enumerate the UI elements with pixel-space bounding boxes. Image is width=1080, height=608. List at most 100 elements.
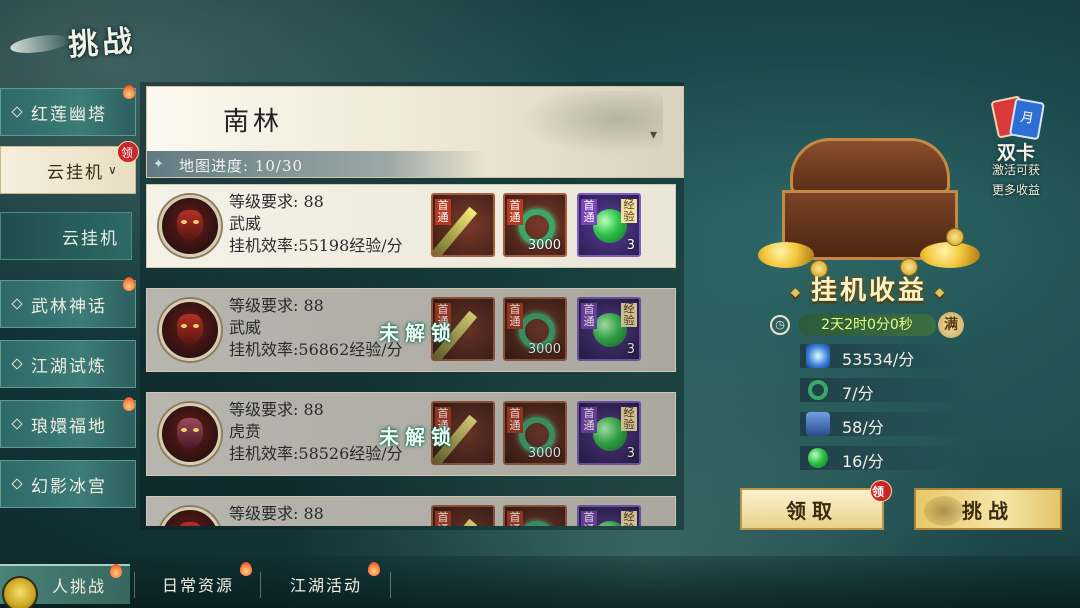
boss-avatar [159, 299, 221, 361]
sidebar-item-langhuan-land[interactable]: 琅嬛福地 [0, 397, 136, 448]
first-clear-tag: 首通 [435, 199, 451, 225]
stage-name: 武威 [229, 318, 262, 337]
eye-icon [193, 428, 199, 432]
eye-icon [181, 324, 187, 328]
stage-row[interactable]: 等级要求: 88 武威 挂机效率:56862经验/分 首通 首通 3000 首通… [146, 288, 676, 372]
reward-exp-orb[interactable]: 首通 经验 3 [577, 193, 641, 257]
rate-value: 53534/分 [842, 350, 915, 369]
level-requirement: 等级要求: 88 [229, 192, 324, 211]
sidebar-item-martial-legend[interactable]: 武林神话 [0, 277, 136, 328]
coin-icon [946, 228, 964, 246]
sidebar-item-cloud-idle[interactable]: 云挂机 ∨ 领 [0, 141, 139, 194]
stage-info: 等级要求: 88 武威 挂机效率:56862经验/分 [229, 295, 403, 361]
idle-rate-row: 53534/分 [780, 340, 980, 370]
card-desc-line: 激活可获 [991, 163, 1040, 177]
first-clear-tag: 首通 [581, 199, 597, 225]
demon-mask-icon [177, 314, 203, 344]
title-brush-decoration [9, 31, 71, 57]
reward-quantity: 3 [626, 446, 635, 461]
boss-avatar [159, 403, 221, 465]
demon-mask-icon [177, 210, 203, 240]
first-clear-tag: 首通 [507, 511, 523, 526]
sidebar-item-red-lotus-tower[interactable]: 红莲幽塔 [0, 85, 136, 136]
flame-notification-icon [368, 562, 380, 576]
sidebar-item-label: 云挂机 [62, 228, 119, 249]
stage-name: 虎贲 [229, 422, 262, 441]
reward-jade[interactable]: 首通 3000 [503, 193, 567, 257]
first-clear-tag: 首通 [435, 511, 451, 526]
reward-jade[interactable]: 首通 [503, 505, 567, 526]
map-selector[interactable]: 南林 ▾ ✦ 地图进度: 10/30 [146, 86, 684, 178]
claim-button[interactable]: 领取 领 [740, 480, 892, 530]
flame-notification-icon [123, 85, 135, 99]
sidebar-item-label: 红莲幽塔 [31, 104, 107, 125]
flame-notification-icon [123, 277, 135, 291]
boss-avatar [159, 507, 221, 526]
ink-painting-decoration [503, 91, 663, 161]
sidebar-item-phantom-ice-palace[interactable]: 幻影冰宫 [0, 460, 136, 508]
stage-info: 等级要求: 88 武威 挂机效率:55198经验/分 [229, 191, 403, 257]
idle-efficiency: 挂机效率:58526经验/分 [229, 444, 403, 463]
level-requirement: 等级要求: 88 [229, 296, 324, 315]
exp-tag: 经验 [621, 407, 637, 431]
chevron-down-icon[interactable]: ▾ [650, 127, 657, 143]
stage-row[interactable]: 等级要求: 88 虎贲 挂机效率:58526经验/分 首通 首通 3000 首通… [146, 392, 676, 476]
sidebar-item-label: 幻影冰宫 [31, 476, 107, 497]
stage-info: 等级要求: 88 虎贲 挂机效率:58526经验/分 [229, 399, 403, 465]
first-clear-tag: 首通 [507, 407, 523, 433]
map-progress-label: 地图进度: 10/30 [179, 157, 304, 175]
treasure-chest-icon[interactable] [758, 132, 980, 282]
challenge-button-label: 挑战 [962, 498, 1014, 523]
idle-efficiency: 挂机效率:56862经验/分 [229, 340, 403, 359]
player-avatar [2, 576, 38, 608]
boss-avatar [159, 195, 221, 257]
first-clear-tag: 首通 [581, 511, 597, 526]
stage-row[interactable]: 等级要求: 88 武威 挂机效率:55198经验/分 首通 首通 3000 首通… [146, 184, 676, 268]
level-requirement: 等级要求: 88 [229, 400, 324, 419]
bottom-tab-bar: 人挑战 日常资源 江湖活动 [0, 556, 1080, 608]
reward-jade[interactable]: 首通 3000 [503, 297, 567, 361]
stage-panel: 南林 ▾ ✦ 地图进度: 10/30 等级要求: 88 武威 挂机效率:5519… [140, 82, 684, 530]
exp-tag: 经验 [621, 199, 637, 223]
map-progress: ✦ 地图进度: 10/30 [147, 151, 487, 177]
reward-weapon[interactable]: 首通 [431, 505, 495, 526]
rate-value: 16/分 [842, 452, 884, 471]
tab-divider [390, 572, 391, 598]
sidebar-subitem-cloud-idle[interactable]: 云挂机 [0, 212, 132, 260]
reward-exp-orb[interactable]: 首通 经验 3 [577, 401, 641, 465]
map-name: 南林 [223, 107, 284, 137]
idle-timer-value: 2天2时0分0秒 [798, 314, 936, 336]
challenge-button[interactable]: 挑战 [914, 488, 1062, 530]
stage-info: 等级要求: 88 [229, 503, 324, 525]
blue-card-icon: 月 [1008, 97, 1046, 141]
exp-wave-icon [806, 344, 830, 368]
tab-label: 日常资源 [161, 576, 234, 595]
stage-list[interactable]: 等级要求: 88 武威 挂机效率:55198经验/分 首通 首通 3000 首通… [146, 184, 676, 526]
reward-exp-orb[interactable]: 首通 经验 3 [577, 297, 641, 361]
reward-exp-orb[interactable]: 首通 经验 [577, 505, 641, 526]
claim-button-label: 领取 [786, 498, 838, 523]
first-clear-tag: 首通 [507, 199, 523, 225]
sidebar-item-label: 江湖试炼 [31, 356, 107, 377]
reward-quantity: 3 [626, 238, 635, 253]
tab-personal-challenge[interactable]: 人挑战 [0, 564, 130, 608]
tab-jianghu-events[interactable]: 江湖活动 [266, 562, 386, 604]
idle-rate-row: 58/分 [780, 408, 980, 438]
tab-label: 人挑战 [51, 577, 106, 596]
green-orb-icon [808, 448, 828, 468]
reward-jade[interactable]: 首通 3000 [503, 401, 567, 465]
first-clear-tag: 首通 [507, 303, 523, 329]
locked-label: 未解锁 [379, 425, 457, 449]
sidebar-item-jianghu-trial[interactable]: 江湖试炼 [0, 340, 136, 388]
diamond-icon: ◆ [790, 285, 803, 299]
diamond-icon [11, 358, 23, 370]
chevron-down-icon: ∨ [108, 163, 119, 177]
stage-row[interactable]: 等级要求: 88 首通 首通 首通 经验 [146, 496, 676, 526]
idle-rate-row: 16/分 [780, 442, 980, 472]
tab-daily-resources[interactable]: 日常资源 [140, 562, 256, 604]
sparkle-icon: ✦ [153, 157, 164, 172]
eye-icon [193, 220, 199, 224]
tab-label: 江湖活动 [289, 576, 362, 595]
reward-weapon[interactable]: 首通 [431, 193, 495, 257]
reward-quantity: 3000 [527, 238, 561, 253]
